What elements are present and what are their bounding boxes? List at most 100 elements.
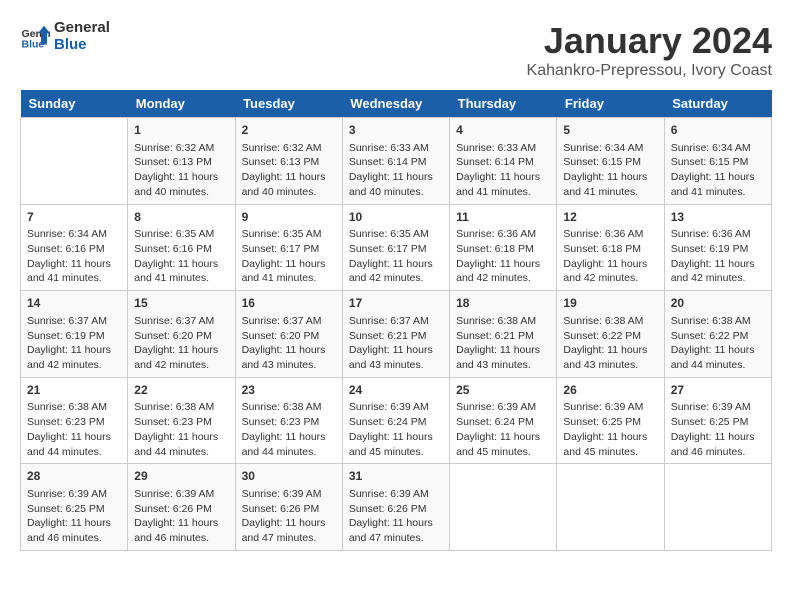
calendar-week-row: 7Sunrise: 6:34 AMSunset: 6:16 PMDaylight… (21, 204, 772, 291)
calendar-cell: 15 Sunrise: 6:37 AMSunset: 6:20 PMDayligh… (128, 291, 235, 378)
day-info: Sunset: 6:23 PM (242, 415, 336, 430)
day-info: Sunset: 6:23 PM (27, 415, 121, 430)
day-number: 28 (27, 468, 121, 485)
day-info: Sunset: 6:24 PM (456, 415, 550, 430)
day-number: 9 (242, 209, 336, 226)
main-title: January 2024 (527, 20, 772, 62)
day-number: 2 (242, 122, 336, 139)
calendar-cell: 29Sunrise: 6:39 AMSunset: 6:26 PMDayligh… (128, 464, 235, 551)
day-number: 27 (671, 382, 765, 399)
calendar-week-row: 28Sunrise: 6:39 AMSunset: 6:25 PMDayligh… (21, 464, 772, 551)
day-number: 11 (456, 209, 550, 226)
day-info: Daylight: 11 hours and 43 minutes. (563, 343, 657, 372)
day-info: Daylight: 11 hours and 41 minutes. (242, 257, 336, 286)
calendar-cell: 10Sunrise: 6:35 AMSunset: 6:17 PMDayligh… (342, 204, 449, 291)
calendar-cell: 31Sunrise: 6:39 AMSunset: 6:26 PMDayligh… (342, 464, 449, 551)
day-number: 1 (134, 122, 228, 139)
day-info: Daylight: 11 hours and 41 minutes. (563, 170, 657, 199)
logo-icon: General Blue (20, 22, 50, 52)
calendar-cell: 16Sunrise: 6:37 AMSunset: 6:20 PMDayligh… (235, 291, 342, 378)
calendar-cell: 23Sunrise: 6:38 AMSunset: 6:23 PMDayligh… (235, 377, 342, 464)
day-info: Sunset: 6:26 PM (242, 502, 336, 517)
day-info: Daylight: 11 hours and 42 minutes. (563, 257, 657, 286)
day-info: Daylight: 11 hours and 46 minutes. (27, 516, 121, 545)
day-info: Daylight: 11 hours and 42 minutes. (349, 257, 443, 286)
calendar-cell (664, 464, 771, 551)
day-number: 15 (134, 295, 228, 312)
day-info: Daylight: 11 hours and 42 minutes. (671, 257, 765, 286)
day-info: Sunset: 6:19 PM (27, 329, 121, 344)
day-info: Daylight: 11 hours and 45 minutes. (349, 430, 443, 459)
day-info: Sunrise: 6:38 AM (27, 400, 121, 415)
day-info: Daylight: 11 hours and 41 minutes. (456, 170, 550, 199)
day-info: Sunrise: 6:37 AM (134, 314, 228, 329)
day-info: Daylight: 11 hours and 42 minutes. (134, 343, 228, 372)
calendar-cell: 4Sunrise: 6:33 AMSunset: 6:14 PMDaylight… (450, 118, 557, 205)
day-info: Daylight: 11 hours and 46 minutes. (671, 430, 765, 459)
day-number: 4 (456, 122, 550, 139)
day-info: Daylight: 11 hours and 45 minutes. (563, 430, 657, 459)
day-info: Sunrise: 6:39 AM (563, 400, 657, 415)
day-info: Daylight: 11 hours and 43 minutes. (349, 343, 443, 372)
day-number: 14 (27, 295, 121, 312)
calendar-cell: 14 Sunrise: 6:37 AMSunset: 6:19 PMDayligh… (21, 291, 128, 378)
day-info: Sunrise: 6:33 AM (456, 141, 550, 156)
day-number: 29 (134, 468, 228, 485)
day-info: Sunrise: 6:39 AM (242, 487, 336, 502)
logo: General Blue General Blue (20, 20, 110, 53)
day-number: 7 (27, 209, 121, 226)
day-info: Daylight: 11 hours and 43 minutes. (456, 343, 550, 372)
day-number: 18 (456, 295, 550, 312)
day-info: Sunset: 6:17 PM (349, 242, 443, 257)
day-info: Daylight: 11 hours and 40 minutes. (349, 170, 443, 199)
subtitle: Kahankro-Prepressou, Ivory Coast (527, 62, 772, 80)
svg-text:Blue: Blue (22, 38, 45, 50)
day-info: Sunset: 6:19 PM (671, 242, 765, 257)
calendar-cell: 1Sunrise: 6:32 AMSunset: 6:13 PMDaylight… (128, 118, 235, 205)
day-info: Sunset: 6:25 PM (27, 502, 121, 517)
calendar-week-row: 1Sunrise: 6:32 AMSunset: 6:13 PMDaylight… (21, 118, 772, 205)
day-info: Sunset: 6:23 PM (134, 415, 228, 430)
day-info: Sunset: 6:15 PM (563, 155, 657, 170)
day-number: 22 (134, 382, 228, 399)
calendar-cell: 17Sunrise: 6:37 AMSunset: 6:21 PMDayligh… (342, 291, 449, 378)
day-header-saturday: Saturday (664, 90, 771, 118)
day-info: Daylight: 11 hours and 43 minutes. (242, 343, 336, 372)
calendar-cell: 2Sunrise: 6:32 AMSunset: 6:13 PMDaylight… (235, 118, 342, 205)
calendar-cell: 24Sunrise: 6:39 AMSunset: 6:24 PMDayligh… (342, 377, 449, 464)
calendar-cell: 30Sunrise: 6:39 AMSunset: 6:26 PMDayligh… (235, 464, 342, 551)
day-number: 16 (242, 295, 336, 312)
day-info: Sunset: 6:13 PM (242, 155, 336, 170)
day-number: 6 (671, 122, 765, 139)
day-info: Sunrise: 6:39 AM (456, 400, 550, 415)
calendar-cell: 26Sunrise: 6:39 AMSunset: 6:25 PMDayligh… (557, 377, 664, 464)
day-info: Daylight: 11 hours and 47 minutes. (242, 516, 336, 545)
day-info: Sunrise: 6:39 AM (27, 487, 121, 502)
day-info: Sunset: 6:18 PM (563, 242, 657, 257)
day-info: Sunrise: 6:39 AM (349, 400, 443, 415)
day-info: Daylight: 11 hours and 42 minutes. (27, 343, 121, 372)
day-info: Sunrise: 6:38 AM (671, 314, 765, 329)
day-number: 23 (242, 382, 336, 399)
day-number: 24 (349, 382, 443, 399)
day-info: Daylight: 11 hours and 44 minutes. (27, 430, 121, 459)
day-info: Daylight: 11 hours and 41 minutes. (671, 170, 765, 199)
calendar-week-row: 14Sunrise: 6:37 AMSunset: 6:19 PMDayligh… (21, 291, 772, 378)
calendar-cell: 18Sunrise: 6:38 AMSunset: 6:21 PMDayligh… (450, 291, 557, 378)
day-info: Sunrise: 6:35 AM (134, 227, 228, 242)
day-info: Sunset: 6:20 PM (134, 329, 228, 344)
calendar-cell: 19Sunrise: 6:38 AMSunset: 6:22 PMDayligh… (557, 291, 664, 378)
calendar-cell: 5Sunrise: 6:34 AMSunset: 6:15 PMDaylight… (557, 118, 664, 205)
day-info: Sunrise: 6:39 AM (134, 487, 228, 502)
day-number: 20 (671, 295, 765, 312)
day-info: Sunrise: 6:33 AM (349, 141, 443, 156)
day-info: Sunset: 6:26 PM (134, 502, 228, 517)
day-info: Sunrise: 6:36 AM (563, 227, 657, 242)
calendar-cell: 20Sunrise: 6:38 AMSunset: 6:22 PMDayligh… (664, 291, 771, 378)
day-info: Sunrise: 6:37 AM (27, 314, 121, 329)
day-number: 26 (563, 382, 657, 399)
day-header-friday: Friday (557, 90, 664, 118)
day-info: Daylight: 11 hours and 47 minutes. (349, 516, 443, 545)
day-info: Sunset: 6:14 PM (349, 155, 443, 170)
day-info: Daylight: 11 hours and 45 minutes. (456, 430, 550, 459)
